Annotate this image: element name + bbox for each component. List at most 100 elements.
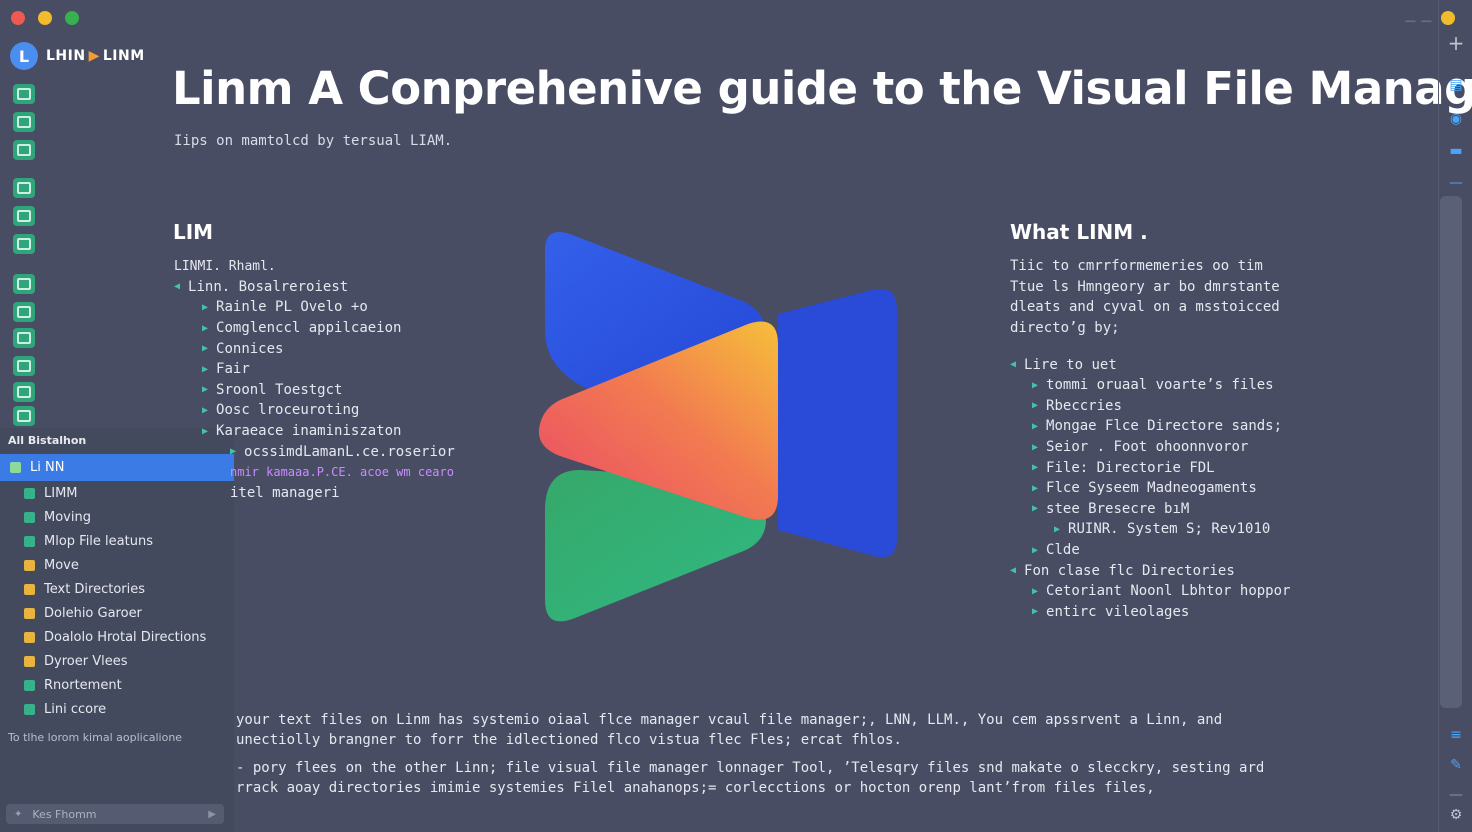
expand-arrow-icon[interactable]: ▶ xyxy=(202,302,208,313)
search-icon: ✦ xyxy=(14,808,23,820)
expand-arrow-icon[interactable]: ▶ xyxy=(1032,400,1038,411)
collapse-arrow-icon[interactable]: ◀ xyxy=(174,281,180,292)
expand-arrow-icon[interactable]: ▶ xyxy=(1032,606,1038,617)
list-item[interactable]: ▶ entirc vileolages xyxy=(1010,602,1290,623)
file-icon xyxy=(10,462,21,473)
chevron-right-icon[interactable]: ▶ xyxy=(208,809,216,820)
tree-item[interactable]: Dyroer Vlees xyxy=(0,649,234,673)
list-item[interactable]: ▶ Fair xyxy=(174,359,455,380)
list-item[interactable]: ▶ Flce Syseem Madneogaments xyxy=(1010,478,1290,499)
expand-arrow-icon[interactable]: ▶ xyxy=(1032,421,1038,432)
list-item[interactable]: ◀ Lire to uet xyxy=(1010,354,1290,375)
tree-item[interactable]: Mlop File leatuns xyxy=(0,529,234,553)
expand-arrow-icon[interactable]: ▶ xyxy=(202,364,208,375)
list-item[interactable]: ▶ ocssimdLamanL.ce.roserior xyxy=(174,441,455,462)
tree-item[interactable]: Move xyxy=(0,553,234,577)
tree-item-label: Doalolo Hrotal Directions xyxy=(44,629,207,645)
list-item[interactable]: ◀ Linn. Bosalreroiest xyxy=(174,277,455,298)
right-column-block: Tiic to cmrrformemeries oo tim Ttue ls Hm… xyxy=(1010,256,1290,622)
pin-icon[interactable] xyxy=(13,302,35,322)
tree-item[interactable]: Rnortement xyxy=(0,673,234,697)
minus-icon[interactable]: — xyxy=(1447,174,1465,192)
list-item-label: Fon clase flc Directories xyxy=(1024,562,1235,579)
expand-arrow-icon[interactable]: ▶ xyxy=(1032,586,1038,597)
list-item[interactable]: ◀ Fon clase flc Directories xyxy=(1010,560,1290,581)
minimize-window-button[interactable] xyxy=(38,11,52,25)
file-icon xyxy=(24,535,35,547)
expand-arrow-icon[interactable]: ▶ xyxy=(202,384,208,395)
folder-icon xyxy=(24,607,35,619)
tree-item[interactable]: Lini ccore xyxy=(0,697,234,721)
settings-icon[interactable]: ⚙ xyxy=(1447,806,1465,824)
image-icon[interactable] xyxy=(13,84,35,104)
bottom-line: your text files on Linm has systemio oia… xyxy=(236,712,1223,728)
window-minimize-icon[interactable]: — xyxy=(1405,14,1416,27)
list-item[interactable]: ▶ Connices xyxy=(174,338,455,359)
list-item-label: Comglenccl appilcaeion xyxy=(216,320,402,337)
list-item[interactable]: ▶ Sroonl Toestgct xyxy=(174,380,455,401)
folder-icon xyxy=(24,559,35,571)
tree-item-label: Rnortement xyxy=(44,677,122,693)
list-item-label: Rainle PL Ovelo +o xyxy=(216,299,368,316)
list-icon[interactable]: ≡ xyxy=(1447,726,1465,744)
expand-arrow-icon[interactable]: ▶ xyxy=(202,405,208,416)
collapse-arrow-icon[interactable]: ◀ xyxy=(1010,565,1016,576)
list-item[interactable]: ▶ File: Directorie FDL xyxy=(1010,457,1290,478)
edit-icon[interactable] xyxy=(13,206,35,226)
right-paragraph-line: Ttue ls Hmngeory ar bo dmrstante xyxy=(1010,278,1280,295)
bottom-paragraph-2: - pory flees on the other Linn; file vis… xyxy=(236,760,1264,800)
expand-arrow-icon[interactable]: ▶ xyxy=(1054,524,1060,535)
expand-arrow-icon[interactable]: ▶ xyxy=(202,323,208,334)
doc-icon[interactable]: ▤ xyxy=(1447,76,1465,94)
window-restore-icon[interactable]: — xyxy=(1421,14,1432,27)
list-item[interactable]: ▶ Karaeace inaminiszaton xyxy=(174,421,455,442)
expand-arrow-icon[interactable]: ▶ xyxy=(1032,545,1038,556)
list-item[interactable]: ▶ Rbeccries xyxy=(1010,396,1290,417)
expand-arrow-icon[interactable]: ▶ xyxy=(1032,442,1038,453)
list-item[interactable]: ▶ stee Bresecre bıM xyxy=(1010,499,1290,520)
list-item[interactable]: ▶ RUINR. System S; Rev1010 xyxy=(1010,519,1290,540)
list-item[interactable]: ▶ Oosc lroceuroting xyxy=(174,400,455,421)
list-item[interactable]: ▶ Seior . Foot ohoonnvoror xyxy=(1010,437,1290,458)
expand-arrow-icon[interactable]: ▶ xyxy=(1032,380,1038,391)
list-item-label: Connices xyxy=(216,340,284,357)
sliders-icon[interactable] xyxy=(13,328,35,348)
picture-icon[interactable] xyxy=(13,140,35,160)
tree-item[interactable]: Doalolo Hrotal Directions xyxy=(0,625,234,649)
list-item[interactable]: ▶ tommi oruaal voarte’s files xyxy=(1010,375,1290,396)
expand-arrow-icon[interactable]: ▶ xyxy=(1032,462,1038,473)
list-item-label: Clde xyxy=(1046,542,1080,559)
list-item[interactable]: ▶ Clde xyxy=(1010,540,1290,561)
list-item[interactable]: ▶ Cetoriant Noonl Lbhtor hoppor xyxy=(1010,581,1290,602)
file-icon[interactable] xyxy=(13,274,35,294)
chat-icon[interactable] xyxy=(13,382,35,402)
tree-item[interactable]: Text Directories xyxy=(0,577,234,601)
close-window-button[interactable] xyxy=(11,11,25,25)
expand-arrow-icon[interactable]: ▶ xyxy=(230,446,236,457)
list-item[interactable]: ▶ Rainle PL Ovelo +o xyxy=(174,297,455,318)
expand-arrow-icon[interactable]: ▶ xyxy=(1032,483,1038,494)
folder-icon[interactable]: ▬ xyxy=(1447,142,1465,160)
tree-item[interactable]: Dolehio Garoer xyxy=(0,601,234,625)
expand-arrow-icon[interactable]: ▶ xyxy=(202,343,208,354)
expand-arrow-icon[interactable]: ▶ xyxy=(1032,503,1038,514)
folder-icon[interactable] xyxy=(13,178,35,198)
maximize-window-button[interactable] xyxy=(65,11,79,25)
collapse-arrow-icon[interactable]: ◀ xyxy=(1010,359,1016,370)
bookmark-icon[interactable]: ✎ xyxy=(1447,756,1465,774)
folder-icon xyxy=(24,631,35,643)
plus-icon[interactable]: + xyxy=(1447,31,1465,55)
circle-icon[interactable] xyxy=(13,234,35,254)
document-icon[interactable] xyxy=(13,112,35,132)
app-brand[interactable]: L LHIN ▶ LINM xyxy=(10,42,145,70)
vertical-scrollbar[interactable] xyxy=(1440,196,1462,708)
sidebar-search-input[interactable]: ✦ Kes Fhomm ▶ xyxy=(6,804,224,824)
expand-arrow-icon[interactable]: ▶ xyxy=(202,426,208,437)
compass-icon[interactable]: ◉ xyxy=(1447,110,1465,128)
tree-item-label: Text Directories xyxy=(44,581,146,597)
tree-item[interactable]: Moving xyxy=(0,505,234,529)
list-item[interactable]: ▶ Mongae Flce Directore sands; xyxy=(1010,416,1290,437)
list-item[interactable]: ▶ Comglenccl appilcaeion xyxy=(174,318,455,339)
refresh-icon[interactable] xyxy=(13,356,35,376)
monitor-icon[interactable] xyxy=(13,406,35,426)
